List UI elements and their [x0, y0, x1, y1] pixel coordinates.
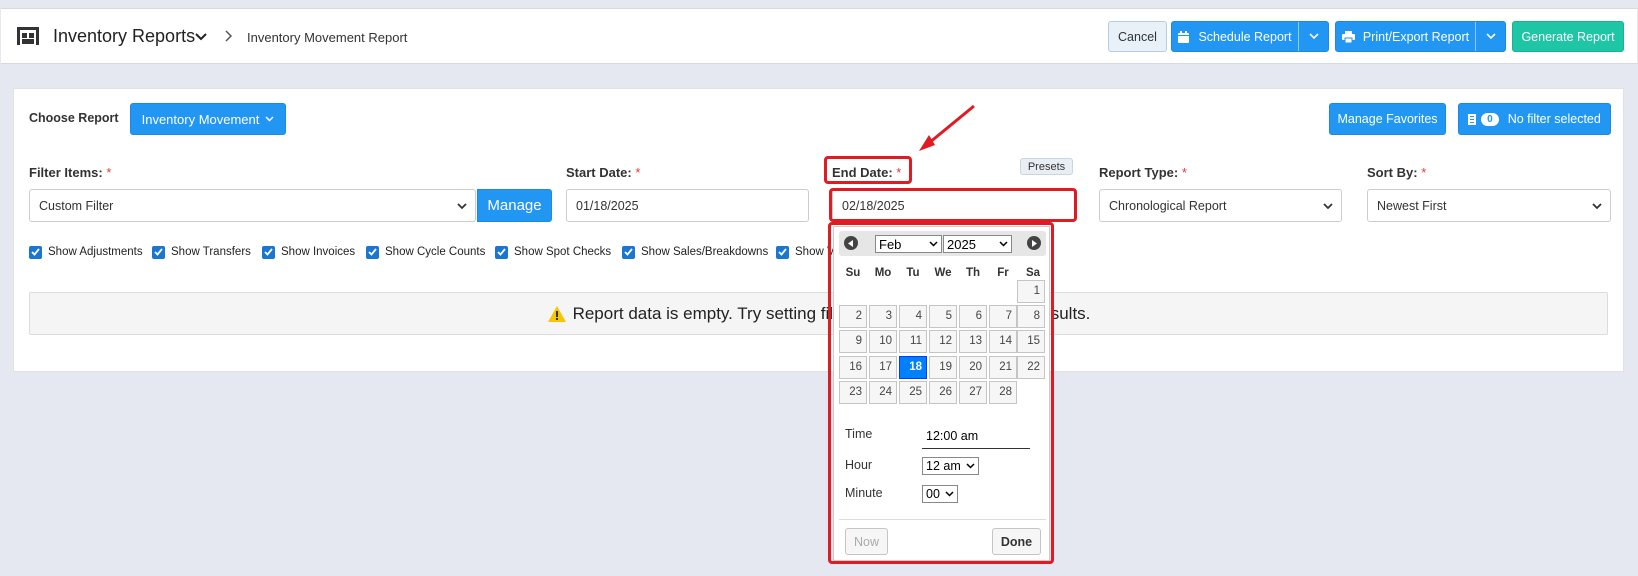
annotation-arrow — [919, 104, 975, 151]
highlight-end-date-input — [829, 188, 1077, 222]
highlight-end-date-label — [824, 156, 912, 184]
highlight-datepicker — [828, 222, 1054, 564]
